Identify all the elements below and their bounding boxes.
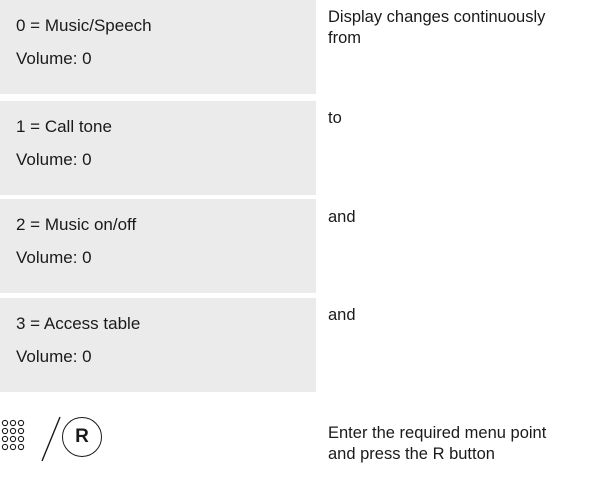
display-menu-option: 3 = Access table (16, 314, 141, 333)
display-panel-3: 3 = Access table Volume: 0 (0, 298, 316, 392)
display-volume: Volume: 0 (16, 248, 92, 267)
display-volume: Volume: 0 (16, 49, 92, 68)
display-panel-0: 0 = Music/Speech Volume: 0 (0, 0, 316, 94)
step-description-3: and (328, 306, 356, 324)
display-panel-1: 1 = Call tone Volume: 0 (0, 101, 316, 195)
display-panel-2: 2 = Music on/off Volume: 0 (0, 199, 316, 293)
r-button-label: R (75, 426, 89, 447)
display-menu-option: 2 = Music on/off (16, 215, 137, 234)
display-menu-option: 1 = Call tone (16, 117, 112, 136)
separator-slash-icon (41, 416, 61, 462)
step-description-1: to (328, 109, 342, 127)
keypad-icon (1, 419, 25, 451)
display-menu-option: 0 = Music/Speech (16, 16, 152, 35)
r-button-icon: R (62, 417, 102, 457)
display-volume: Volume: 0 (16, 347, 92, 366)
step-description-0: Display changes continuously from (328, 8, 546, 47)
action-description: Enter the required menu point and press … (328, 424, 547, 463)
step-description-2: and (328, 208, 356, 226)
display-volume: Volume: 0 (16, 150, 92, 169)
